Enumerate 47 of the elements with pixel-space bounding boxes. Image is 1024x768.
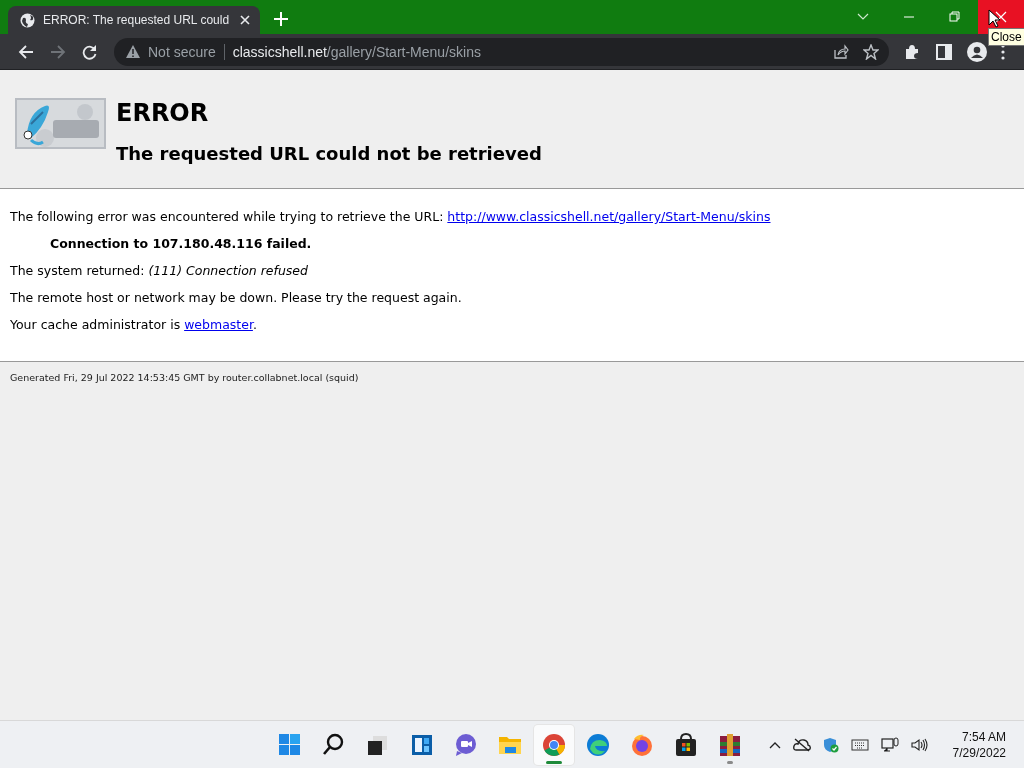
- keyboard-icon[interactable]: [850, 738, 869, 751]
- chevron-up-icon[interactable]: [768, 740, 781, 749]
- security-label[interactable]: Not secure: [148, 43, 216, 60]
- plus-icon[interactable]: [274, 12, 288, 26]
- close-icon: [995, 11, 1007, 23]
- arrow-icon: [50, 43, 66, 60]
- shield-icon[interactable]: [822, 736, 839, 753]
- url-link[interactable]: http://www.classicshell.net/gallery/Start-Menu/skins: [447, 209, 771, 224]
- start-icon: [277, 731, 303, 758]
- globe-icon: [20, 12, 35, 28]
- speaker-icon[interactable]: [910, 737, 929, 752]
- clock-time: 7:54 AM: [961, 728, 1006, 745]
- admin-message: Your cache administrator is webmaster.: [10, 317, 258, 333]
- chrome-icon: [541, 731, 567, 758]
- warning-icon: [126, 45, 140, 58]
- url-text: classicshell.net/gallery/Start-Menu/skins: [232, 43, 482, 60]
- more-icon[interactable]: [1001, 43, 1005, 60]
- clock[interactable]: 7:54 AM 7/29/2022: [952, 728, 1006, 761]
- chat-icon: [453, 731, 479, 758]
- puzzle-icon[interactable]: [903, 42, 921, 61]
- address-bar[interactable]: Not secure classicshell.net/gallery/Start-Menu/skins: [114, 37, 889, 66]
- bag-icon: [673, 731, 699, 758]
- browser-tab[interactable]: ERROR: The requested URL could: [8, 6, 260, 34]
- reload-icon: [82, 43, 98, 60]
- clock-date: 7/29/2022: [952, 744, 1006, 761]
- tooltip: Close: [988, 28, 1024, 46]
- error-subheading: The requested URL could not be retrieved: [116, 142, 542, 166]
- browser-icon: [585, 731, 611, 758]
- system-message: The system returned: (111) Connection refused: [10, 263, 309, 279]
- star-icon[interactable]: [863, 43, 879, 60]
- error-heading: ERROR: [116, 98, 210, 128]
- failure-message: Connection to 107.180.48.116 failed.: [49, 236, 313, 252]
- tab-title: ERROR: The requested URL could: [43, 13, 231, 27]
- share-icon[interactable]: [833, 43, 849, 60]
- cursor-icon: [988, 9, 1000, 28]
- profile-icon[interactable]: [967, 41, 987, 62]
- side-panel-icon[interactable]: [935, 42, 953, 61]
- footer-text: Generated Fri, 29 Jul 2022 14:53:45 GMT by router.collabnet.local (squid): [9, 371, 360, 385]
- arrow-icon: [18, 43, 34, 60]
- webmaster-link[interactable]: webmaster: [184, 317, 253, 332]
- cloud-icon[interactable]: [792, 737, 811, 752]
- remote-message: The remote host or network may be down. Please try the request again.: [10, 290, 463, 306]
- error-message: The following error was encountered while trying to retrieve the URL: http://www.classicshell.net/gallery/Start-Menu/skins: [10, 209, 772, 225]
- books-icon: [717, 731, 743, 758]
- network-icon[interactable]: [880, 736, 899, 753]
- restore-icon: [949, 11, 961, 23]
- close-icon[interactable]: [240, 15, 250, 25]
